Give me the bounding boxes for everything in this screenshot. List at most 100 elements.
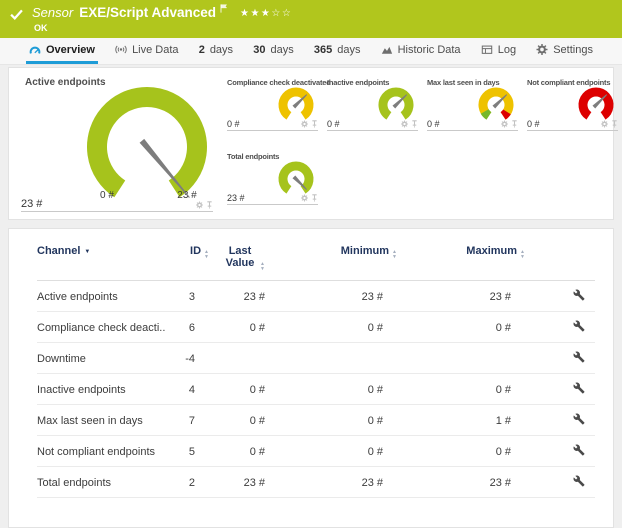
- tab-30-days[interactable]: 30 days: [250, 38, 297, 64]
- tab-label: Log: [498, 44, 516, 56]
- cell-minimum: 23 #: [279, 281, 397, 312]
- cell-last-value: 0 #: [209, 374, 279, 405]
- wrench-icon[interactable]: [573, 351, 585, 363]
- tab-live-data[interactable]: Live Data: [112, 38, 181, 64]
- cell-id: 7: [165, 405, 209, 436]
- sensor-titles: Sensor EXE/Script Advanced ★★★☆☆ OK: [32, 5, 292, 33]
- sensor-title: EXE/Script Advanced: [79, 5, 216, 20]
- pin-icon[interactable]: [206, 201, 213, 209]
- wrench-icon[interactable]: [573, 444, 585, 456]
- cell-channel-settings: [525, 281, 595, 312]
- cell-maximum: 1 #: [397, 405, 525, 436]
- pin-icon[interactable]: [311, 120, 318, 128]
- sort-arrows-icon: ▲▼: [520, 250, 525, 259]
- table-row: Active endpoints 3 23 # 23 # 23 #: [37, 281, 595, 312]
- priority-stars[interactable]: ★★★☆☆: [240, 6, 292, 21]
- column-header-minimum[interactable]: Minimum▲▼: [279, 241, 397, 281]
- wrench-icon[interactable]: [573, 382, 585, 394]
- cell-id: 4: [165, 374, 209, 405]
- cell-channel-settings: [525, 436, 595, 467]
- tab-2-days[interactable]: 2days: [196, 38, 236, 64]
- table-header-row: Channel▼ ID▲▼ Last Value▲▼ Minimum▲▼ Max…: [37, 241, 595, 281]
- gauge-icon: [29, 44, 41, 55]
- cell-minimum: 0 #: [279, 436, 397, 467]
- sort-arrows-icon: ▲▼: [392, 250, 397, 259]
- column-header-id[interactable]: ID▲▼: [165, 241, 209, 281]
- cell-channel-name: Inactive endpoints: [37, 374, 165, 405]
- gauge-tile-total-endpoints: Total endpoints 23 #: [227, 148, 318, 214]
- wrench-icon[interactable]: [573, 320, 585, 332]
- tab-overview[interactable]: Overview: [26, 38, 98, 64]
- cell-id: -4: [165, 343, 209, 374]
- table-row: Compliance check deacti... 6 0 # 0 # 0 #: [37, 312, 595, 343]
- tab-settings[interactable]: Settings: [533, 38, 596, 64]
- tab-log[interactable]: Log: [478, 38, 519, 64]
- cell-channel-settings: [525, 312, 595, 343]
- cell-minimum: 0 #: [279, 405, 397, 436]
- tab-label: Live Data: [132, 44, 178, 56]
- gauge-tile-not-compliant-endpoints: Not compliant endpoints 0 #: [527, 74, 618, 140]
- gauge-tile-primary: Active endpoints 0 # 23 # 23 #: [17, 72, 215, 215]
- gauge-value: 0 #: [427, 119, 440, 129]
- ok-check-icon: [10, 8, 23, 21]
- channel-table-panel: Channel▼ ID▲▼ Last Value▲▼ Minimum▲▼ Max…: [8, 228, 614, 528]
- gauge-tile-inactive-endpoints: Inactive endpoints 0 #: [327, 74, 418, 140]
- column-header-last-value[interactable]: Last Value▲▼: [209, 241, 279, 281]
- wrench-icon[interactable]: [573, 475, 585, 487]
- cell-channel-settings: [525, 374, 595, 405]
- pin-icon[interactable]: [311, 194, 318, 202]
- wrench-icon[interactable]: [573, 289, 585, 301]
- cell-channel-settings: [525, 467, 595, 498]
- sort-caret-icon: ▼: [84, 249, 90, 255]
- tab-label: days: [270, 44, 293, 56]
- sort-arrows-icon: ▲▼: [204, 250, 209, 259]
- column-header-channel[interactable]: Channel▼: [37, 241, 165, 281]
- tab-365-days[interactable]: 365days: [311, 38, 364, 64]
- gauge-value: 23 #: [21, 198, 42, 210]
- table-row: Inactive endpoints 4 0 # 0 # 0 #: [37, 374, 595, 405]
- cell-last-value: 0 #: [209, 405, 279, 436]
- tab-number: 30: [253, 44, 265, 56]
- column-header-maximum[interactable]: Maximum▲▼: [397, 241, 525, 281]
- cell-maximum: 0 #: [397, 312, 525, 343]
- small-gauge-tiles: Compliance check deactivated 0 # Inactiv…: [227, 72, 618, 215]
- gauges-panel: Active endpoints 0 # 23 # 23 # Complianc…: [8, 67, 614, 220]
- gear-icon[interactable]: [401, 120, 408, 128]
- gear-icon[interactable]: [501, 120, 508, 128]
- cell-maximum: 23 #: [397, 281, 525, 312]
- cell-minimum: [279, 343, 397, 374]
- cell-channel-name: Compliance check deacti...: [37, 312, 165, 343]
- gauge-tile-max-last-seen-in-days: Max last seen in days 0 #: [427, 74, 518, 140]
- wrench-icon[interactable]: [573, 413, 585, 425]
- gear-icon[interactable]: [196, 201, 203, 209]
- tab-label: Overview: [46, 44, 95, 56]
- cell-last-value: 0 #: [209, 436, 279, 467]
- gear-icon[interactable]: [301, 120, 308, 128]
- pin-icon[interactable]: [511, 120, 518, 128]
- channel-table: Channel▼ ID▲▼ Last Value▲▼ Minimum▲▼ Max…: [37, 241, 595, 498]
- cell-channel-settings: [525, 405, 595, 436]
- object-kind-label: Sensor: [32, 5, 73, 20]
- gauge-value: 0 #: [327, 119, 340, 129]
- gear-icon[interactable]: [601, 120, 608, 128]
- sensor-status-badge: OK: [34, 23, 292, 33]
- cell-last-value: 23 #: [209, 281, 279, 312]
- cell-maximum: 0 #: [397, 436, 525, 467]
- cell-minimum: 0 #: [279, 312, 397, 343]
- tab-label: Settings: [553, 44, 593, 56]
- priority-flag-icon[interactable]: [220, 4, 228, 13]
- tab-label: Historic Data: [398, 44, 461, 56]
- sensor-header: Sensor EXE/Script Advanced ★★★☆☆ OK: [0, 0, 622, 38]
- cell-last-value: 23 #: [209, 467, 279, 498]
- pin-icon[interactable]: [411, 120, 418, 128]
- tab-label: days: [210, 44, 233, 56]
- gear-icon[interactable]: [301, 194, 308, 202]
- cell-maximum: 0 #: [397, 374, 525, 405]
- tab-historic-data[interactable]: Historic Data: [378, 38, 464, 64]
- table-row: Total endpoints 2 23 # 23 # 23 #: [37, 467, 595, 498]
- pin-icon[interactable]: [611, 120, 618, 128]
- table-row: Not compliant endpoints 5 0 # 0 # 0 #: [37, 436, 595, 467]
- cell-id: 2: [165, 467, 209, 498]
- settings-icon: [536, 44, 548, 55]
- cell-last-value: 0 #: [209, 312, 279, 343]
